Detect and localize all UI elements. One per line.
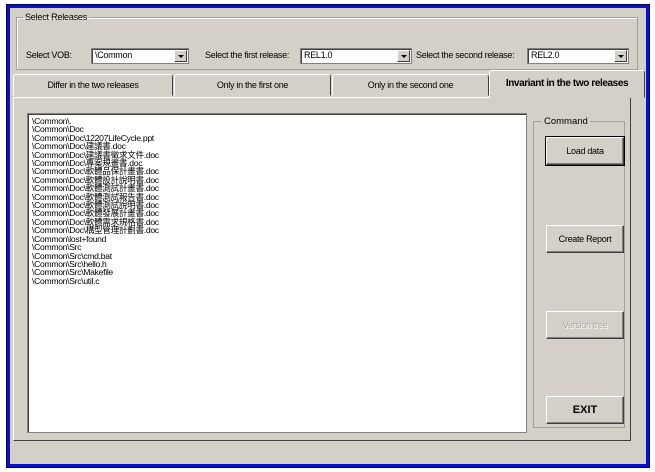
tab-invariant[interactable]: Invariant in the two releases: [489, 70, 645, 98]
load-data-button[interactable]: Load data: [545, 136, 625, 166]
first-release-label: Select the first release:: [205, 50, 290, 60]
second-release-combobox[interactable]: REL2.0: [527, 48, 629, 64]
list-item[interactable]: \Common\.: [32, 116, 526, 125]
list-item[interactable]: \Common\Src\util.c: [32, 276, 526, 285]
second-release-dropdown-arrow-icon[interactable]: [614, 50, 627, 62]
second-release-label: Select the second release:: [416, 50, 515, 60]
create-report-button[interactable]: Create Report: [546, 225, 624, 253]
list-item[interactable]: \Common\Doc\構型管理計劃書.doc: [32, 226, 526, 235]
version-tree-button: Version tree: [546, 311, 624, 339]
list-item[interactable]: \Common\Src\Makefile: [32, 268, 526, 277]
first-release-dropdown-arrow-icon[interactable]: [397, 50, 410, 62]
file-list: \Common\. \Common\Doc \Common\Doc\12207Lif…: [28, 114, 526, 285]
first-release-combobox[interactable]: REL1.0: [300, 48, 412, 64]
file-listbox[interactable]: \Common\. \Common\Doc \Common\Doc\12207Lif…: [27, 113, 527, 433]
first-release-value: REL1.0: [304, 50, 333, 60]
select-vob-label: Select VOB:: [26, 50, 72, 60]
select-releases-legend: Select Releases: [25, 12, 88, 22]
tab-strip: Differ in the two releases Only in the f…: [13, 70, 645, 100]
tab-only-first[interactable]: Only in the first one: [174, 74, 331, 96]
exit-button[interactable]: EXIT: [546, 396, 624, 424]
command-legend: Command: [544, 116, 588, 127]
second-release-value: REL2.0: [531, 50, 560, 60]
vob-value: \Common: [95, 50, 132, 60]
vob-combobox[interactable]: \Common: [91, 48, 189, 64]
tab-differ[interactable]: Differ in the two releases: [13, 74, 173, 96]
list-item[interactable]: \Common\lost+found: [32, 234, 526, 243]
vob-dropdown-arrow-icon[interactable]: [174, 50, 187, 62]
tab-only-second[interactable]: Only in the second one: [332, 74, 489, 96]
